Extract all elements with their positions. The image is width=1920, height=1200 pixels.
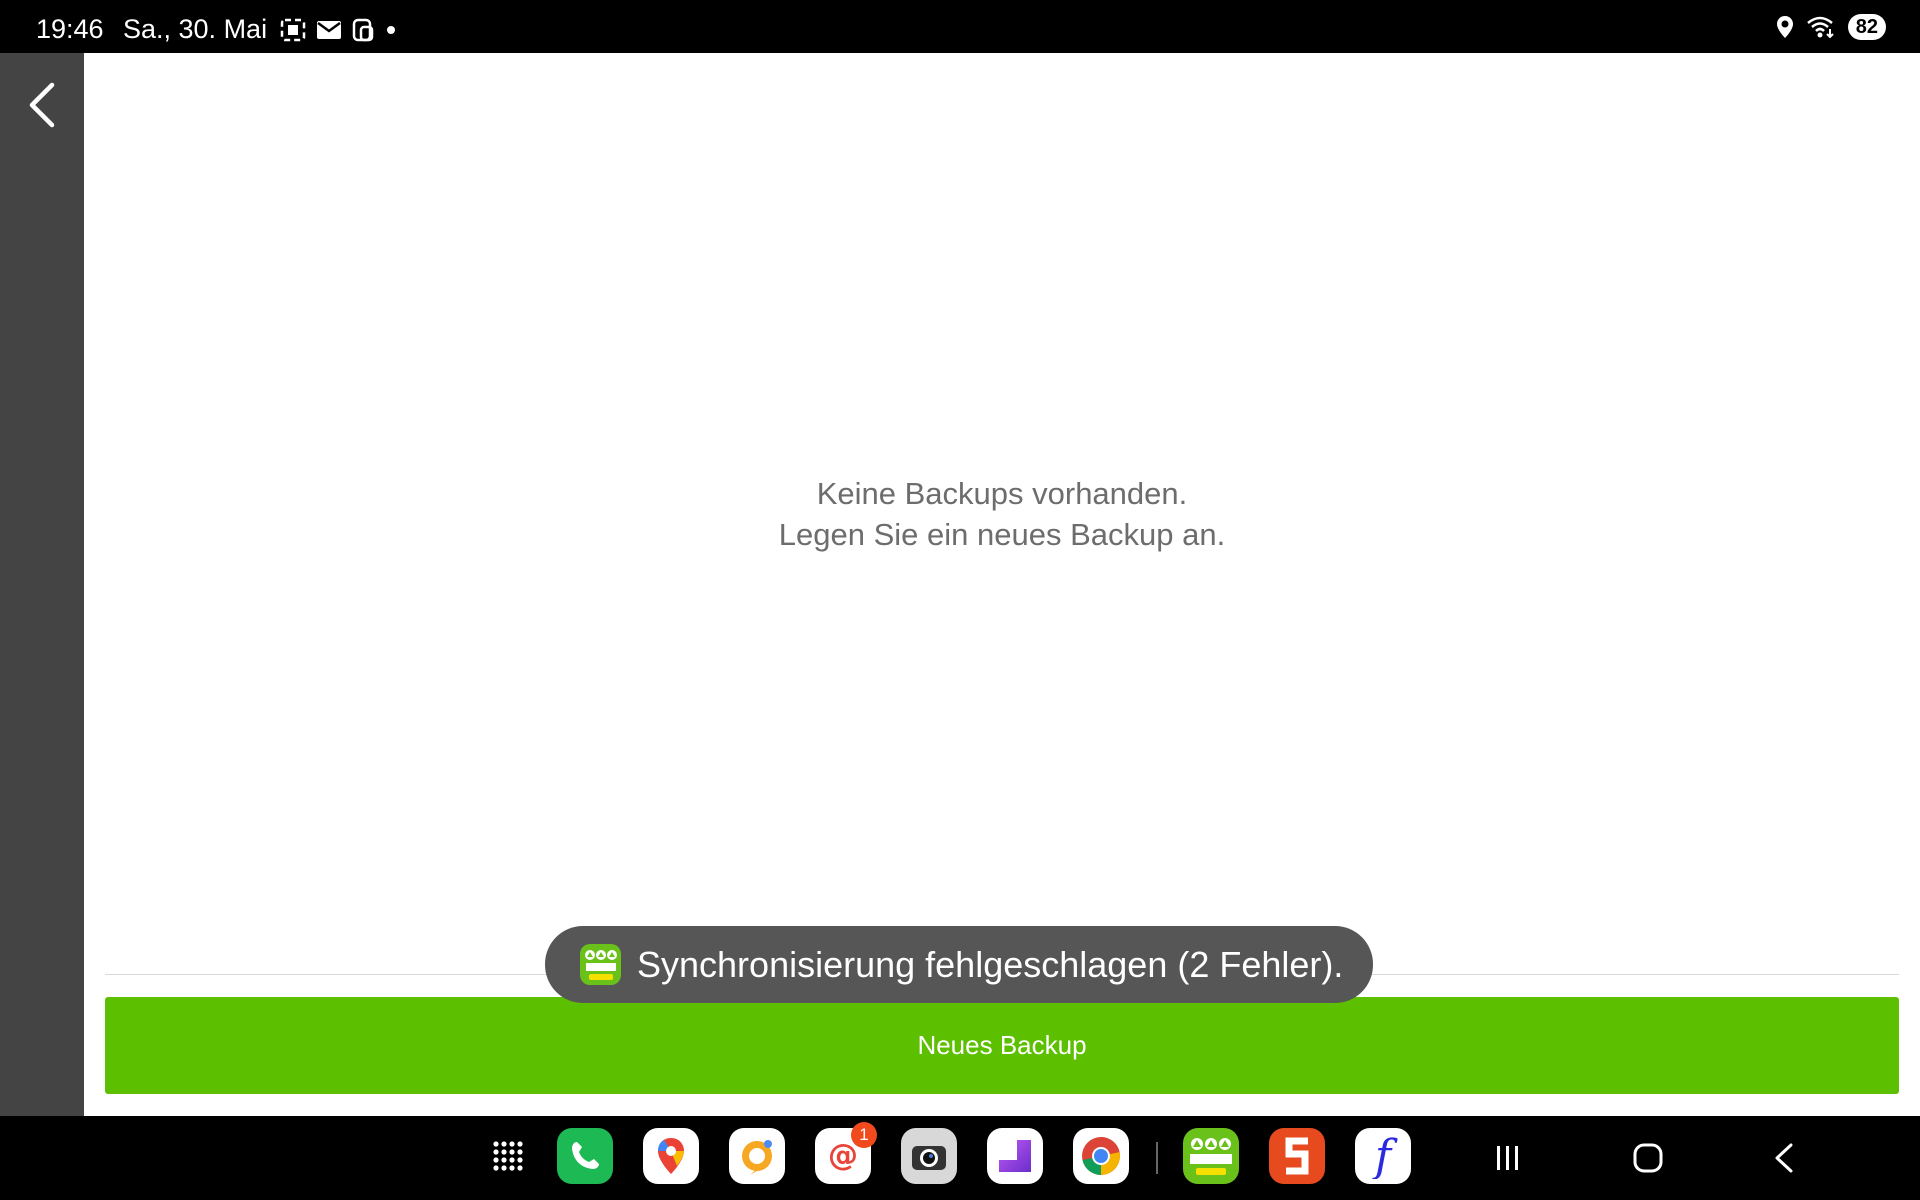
chrome-icon[interactable] <box>1073 1128 1129 1184</box>
notification-badge: 1 <box>851 1122 877 1148</box>
bixby-icon <box>352 18 374 42</box>
wifi-icon <box>1806 16 1834 39</box>
recents-icon[interactable] <box>1486 1136 1530 1180</box>
new-backup-button[interactable]: Neues Backup <box>105 997 1899 1094</box>
f-app-icon[interactable]: f <box>1355 1128 1411 1184</box>
camping-app-icon[interactable] <box>1183 1128 1239 1184</box>
empty-state-line-2: Legen Sie ein neues Backup an. <box>778 517 1226 552</box>
battery-icon: 82 <box>1847 14 1886 40</box>
location-icon <box>1776 16 1793 38</box>
mail-icon <box>317 21 341 39</box>
empty-state-line-1: Keine Backups vorhanden. <box>816 476 1188 511</box>
apps-grid-icon[interactable] <box>480 1128 536 1184</box>
svg-text:f: f <box>1372 1133 1398 1179</box>
status-bar: 19:46 Sa., 30. Mai 82 <box>0 0 1920 53</box>
status-date: Sa., 30. Mai <box>123 14 268 44</box>
sync-error-toast: Synchronisierung fehlgeschlagen (2 Fehle… <box>545 926 1373 1003</box>
chevron-left-icon <box>29 82 55 128</box>
back-button[interactable] <box>18 77 66 133</box>
status-system-icons: 82 <box>1776 14 1886 40</box>
side-rail <box>0 53 84 1116</box>
taskbar: @ 1 f <box>0 1116 1920 1200</box>
orange-app-icon[interactable] <box>729 1128 785 1184</box>
purple-app-icon[interactable] <box>987 1128 1043 1184</box>
status-notification-icons <box>280 18 398 42</box>
camera-icon[interactable] <box>901 1128 957 1184</box>
screenshot-icon <box>280 18 306 42</box>
toast-message: Synchronisierung fehlgeschlagen (2 Fehle… <box>637 943 1344 985</box>
s-app-icon[interactable] <box>1269 1128 1325 1184</box>
taskbar-separator <box>1156 1142 1158 1174</box>
back-nav-icon[interactable] <box>1762 1136 1806 1180</box>
phone-icon[interactable] <box>557 1128 613 1184</box>
status-time: 19:46 <box>36 14 104 44</box>
home-icon[interactable] <box>1626 1136 1670 1180</box>
empty-state-message: Keine Backups vorhanden. Legen Sie ein n… <box>84 473 1920 555</box>
mail-app-icon[interactable]: @ 1 <box>815 1122 877 1184</box>
camping-app-icon <box>580 944 621 985</box>
maps-icon[interactable] <box>643 1128 699 1184</box>
dot-icon <box>387 26 395 34</box>
